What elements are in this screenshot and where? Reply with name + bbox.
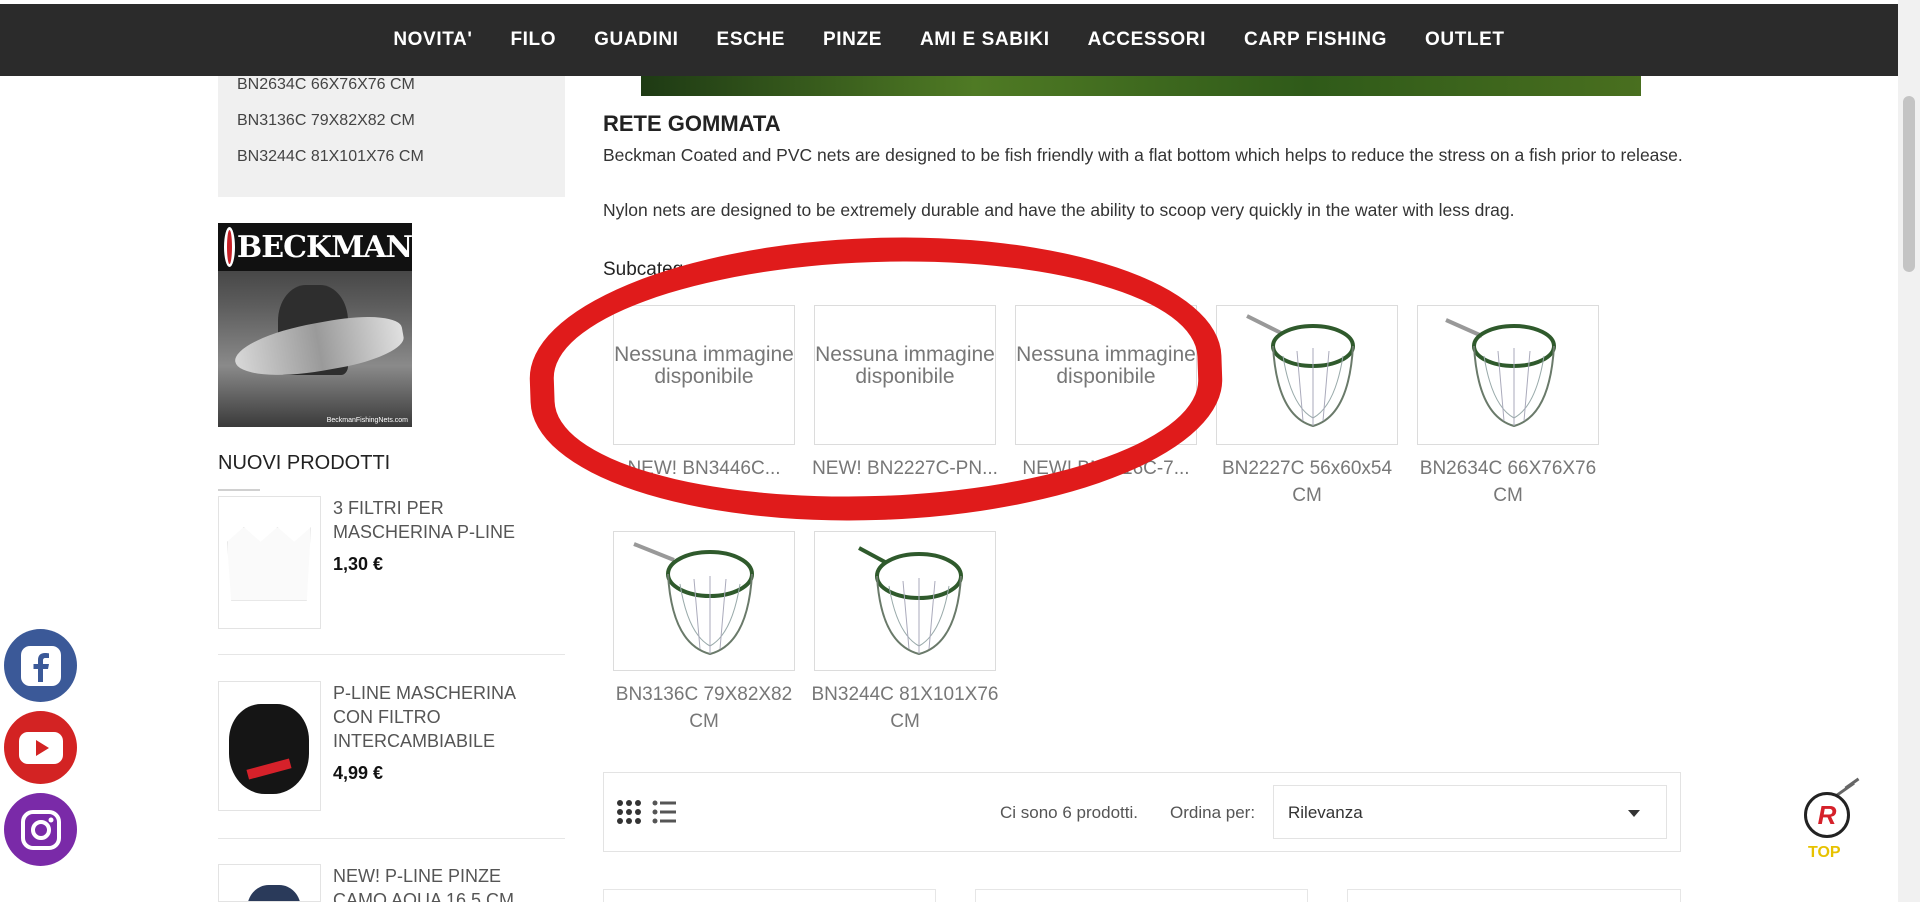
nav-item-accessori[interactable]: ACCESSORI — [1088, 29, 1206, 51]
back-to-top-label: TOP — [1808, 844, 1841, 861]
nav-item-pinze[interactable]: PINZE — [823, 29, 882, 51]
product-name[interactable]: NEW! P-LINE PINZE CAMO AQUA 16,5 CM — [333, 864, 543, 902]
subcategory-item[interactable]: Nessuna immagine disponibile NEW! BN1116… — [1015, 305, 1197, 482]
nav-item-filo[interactable]: FILO — [510, 29, 556, 51]
product-price: 1,30 € — [333, 554, 384, 574]
facebook-icon — [20, 645, 61, 686]
scrollbar-thumb[interactable] — [1903, 96, 1915, 272]
grid-view-icon[interactable] — [616, 799, 642, 825]
brand-badge-letter: R — [1817, 799, 1837, 830]
subcategory-item[interactable]: BN3136C 79X82X82 CM — [613, 531, 795, 735]
subcategory-label[interactable]: BN3244C 81X101X76 CM — [805, 681, 1005, 735]
brand-banner[interactable]: BECKMAN BeckmanFishingNets.com — [218, 223, 412, 427]
facebook-button[interactable] — [4, 629, 77, 702]
product-count: Ci sono 6 prodotti. — [1000, 803, 1138, 822]
instagram-button[interactable] — [4, 793, 77, 866]
nav-item-esche[interactable]: ESCHE — [717, 29, 785, 51]
youtube-icon — [18, 731, 63, 764]
product-name[interactable]: P-LINE MASCHERINA CON FILTRO INTERCAMBIA… — [333, 681, 543, 753]
product-divider — [218, 654, 565, 655]
subcategory-item[interactable]: Nessuna immagine disponibile NEW! BN3446… — [613, 305, 795, 482]
youtube-button[interactable] — [4, 711, 77, 784]
subcategory-image[interactable] — [1216, 305, 1398, 445]
nav-item-guadini[interactable]: GUADINI — [594, 29, 678, 51]
subcategory-image[interactable]: Nessuna immagine disponibile — [613, 305, 795, 445]
filter-image — [227, 527, 311, 601]
product-card[interactable] — [603, 889, 936, 902]
product-card[interactable] — [1347, 889, 1681, 902]
subcategory-label[interactable]: NEW! BN1116C-7... — [1006, 455, 1206, 482]
brand-url: BeckmanFishingNets.com — [326, 417, 408, 424]
subcategory-item[interactable]: BN2634C 66X76X76 CM — [1417, 305, 1599, 509]
sort-select[interactable]: Rilevanza — [1273, 785, 1667, 839]
category-description: Beckman Coated and PVC nets are designed… — [603, 145, 1683, 165]
subcategory-label[interactable]: NEW! BN3446C... — [604, 455, 804, 482]
product-thumbnail[interactable] — [218, 681, 321, 811]
speed-streak — [1844, 777, 1860, 790]
main-nav: NOVITA' FILO GUADINI ESCHE PINZE AMI E S… — [0, 4, 1898, 76]
category-title: RETE GOMMATA — [603, 111, 781, 136]
brand-name: BECKMAN — [236, 229, 412, 265]
new-products-title: NUOVI PRODOTTI — [218, 452, 391, 474]
brand-logo-icon — [224, 227, 235, 267]
product-list-toolbar: Ci sono 6 prodotti. Ordina per: Rilevanz… — [603, 772, 1681, 852]
category-description: Nylon nets are designed to be extremely … — [603, 200, 1515, 220]
nav-item-outlet[interactable]: OUTLET — [1425, 29, 1505, 51]
subcategories-title: Subcategories — [603, 259, 725, 280]
pliers-image — [247, 885, 301, 901]
subcategory-item[interactable]: Nessuna immagine disponibile NEW! BN2227… — [812, 305, 998, 482]
landing-net-image — [858, 546, 963, 656]
subcategory-item[interactable]: BN2227C 56x60x54 CM — [1216, 305, 1398, 509]
no-image-placeholder: Nessuna immagine disponibile — [1016, 343, 1196, 388]
nav-item-ami-e-sabiki[interactable]: AMI E SABIKI — [920, 29, 1050, 51]
product-price: 4,99 € — [333, 763, 384, 783]
landing-net-image — [1246, 314, 1355, 428]
subcategory-label[interactable]: BN2227C 56x60x54 CM — [1207, 455, 1407, 509]
page: NOVITA' FILO GUADINI ESCHE PINZE AMI E S… — [0, 0, 1920, 902]
sidebar-link-bn2634c[interactable]: BN2634C 66X76X76 CM — [237, 76, 415, 94]
category-banner-image — [641, 76, 1641, 96]
brand-badge-icon: R — [1804, 792, 1850, 838]
no-image-placeholder: Nessuna immagine disponibile — [815, 343, 995, 388]
mask-image — [229, 704, 309, 794]
title-underline — [218, 489, 260, 491]
nav-item-carp-fishing[interactable]: CARP FISHING — [1244, 29, 1387, 51]
subcategory-image[interactable]: Nessuna immagine disponibile — [1015, 305, 1197, 445]
back-to-top-button[interactable]: R TOP — [1800, 777, 1874, 864]
product-divider — [218, 838, 565, 839]
product-name[interactable]: 3 FILTRI PER MASCHERINA P-LINE — [333, 496, 543, 544]
product-thumbnail[interactable] — [218, 496, 321, 629]
nav-item-novita[interactable]: NOVITA' — [393, 29, 472, 51]
page-scrollbar[interactable] — [1898, 0, 1920, 902]
sidebar-link-bn3136c[interactable]: BN3136C 79X82X82 CM — [237, 112, 415, 130]
brand-logo: BECKMAN — [218, 223, 412, 271]
product-thumbnail[interactable] — [218, 864, 321, 902]
subcategory-label[interactable]: BN3136C 79X82X82 CM — [604, 681, 804, 735]
product-card[interactable] — [975, 889, 1308, 902]
landing-net-image — [633, 542, 754, 656]
sort-selected-value: Rilevanza — [1288, 803, 1363, 822]
landing-net-image — [1445, 318, 1556, 428]
chevron-down-icon — [1628, 810, 1640, 817]
sidebar-link-bn3244c[interactable]: BN3244C 81X101X76 CM — [237, 148, 424, 166]
instagram-icon — [20, 809, 61, 850]
subcategory-image[interactable] — [814, 531, 996, 671]
subcategory-label[interactable]: NEW! BN2227C-PN... — [805, 455, 1005, 482]
list-view-icon[interactable] — [652, 799, 676, 825]
sidebar-category-list: BN2634C 66X76X76 CM BN3136C 79X82X82 CM … — [218, 76, 565, 197]
subcategory-label[interactable]: BN2634C 66X76X76 CM — [1408, 455, 1608, 509]
subcategory-image[interactable] — [1417, 305, 1599, 445]
sort-label: Ordina per: — [1170, 803, 1256, 822]
subcategory-image[interactable] — [613, 531, 795, 671]
subcategory-image[interactable]: Nessuna immagine disponibile — [814, 305, 996, 445]
subcategory-item[interactable]: BN3244C 81X101X76 CM — [812, 531, 998, 735]
no-image-placeholder: Nessuna immagine disponibile — [614, 343, 794, 388]
